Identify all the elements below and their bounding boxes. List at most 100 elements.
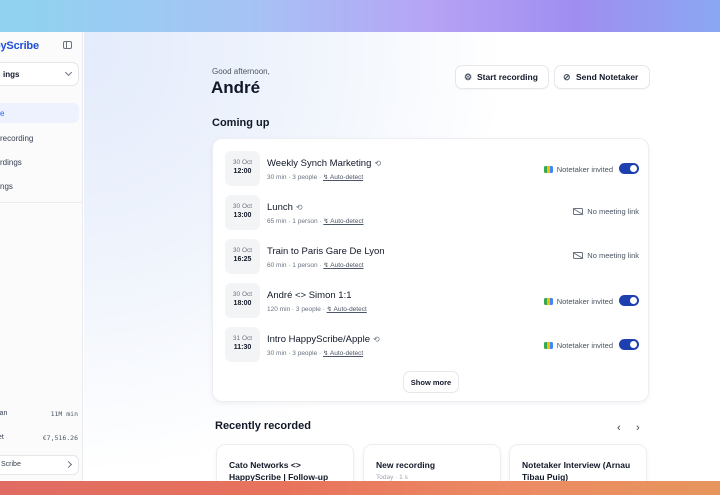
- event-time: 11:30: [233, 344, 252, 351]
- event-status-label: No meeting link: [587, 207, 639, 216]
- event-row[interactable]: 30 Oct 18:00 André <> Simon 1:1 120 min …: [225, 283, 639, 327]
- event-date-badge: 30 Oct 18:00: [225, 283, 260, 318]
- event-date: 31 Oct: [232, 335, 253, 342]
- event-status-label: Notetaker invited: [556, 165, 613, 174]
- event-status: Notetaker invited: [543, 163, 639, 175]
- event-title: Lunch: [267, 202, 293, 213]
- auto-detect-label: Auto-detect: [330, 218, 364, 225]
- link-icon: ⊘: [563, 72, 571, 82]
- event-title-line: Train to Paris Gare De Lyon: [267, 246, 385, 257]
- notetaker-toggle[interactable]: [619, 163, 639, 174]
- send-notetaker-button[interactable]: ⊘ Send Notetaker: [554, 65, 650, 89]
- show-more-button[interactable]: Show more: [403, 371, 459, 393]
- event-title: Train to Paris Gare De Lyon: [267, 246, 385, 257]
- event-meta-text: 30 min · 3 people ·: [267, 350, 324, 357]
- event-title: Intro HappyScribe/Apple: [267, 334, 370, 345]
- event-status: No meeting link: [573, 207, 639, 219]
- event-status: No meeting link: [573, 251, 639, 263]
- event-title: Weekly Synch Marketing: [267, 158, 372, 169]
- auto-detect-link[interactable]: ↯ Auto-detect: [323, 218, 363, 225]
- sidebar: pyScribe ings e recording rdings ngs lan…: [0, 32, 83, 481]
- start-recording-button[interactable]: ⚙ Start recording: [455, 65, 549, 89]
- sidebar-divider: [0, 202, 82, 203]
- recording-card[interactable]: New recording Today · 1 s: [363, 444, 501, 481]
- chevron-right-icon: [64, 460, 73, 469]
- plan-value: 11M min: [50, 410, 78, 418]
- user-name: André: [211, 78, 261, 97]
- recording-subtitle: Today · 1 s: [376, 474, 408, 481]
- record-icon: ⚙: [464, 72, 473, 82]
- recurring-icon: ⟲: [372, 335, 380, 344]
- event-date-badge: 30 Oct 13:00: [225, 195, 260, 230]
- event-meta: 30 min · 3 people · ↯ Auto-detect: [267, 173, 363, 181]
- collapse-sidebar-icon[interactable]: [63, 41, 72, 49]
- sidebar-footer-link[interactable]: Scribe: [0, 455, 79, 475]
- event-date: 30 Oct: [232, 159, 253, 166]
- event-status: Notetaker invited: [543, 295, 639, 307]
- event-title-line: Intro HappyScribe/Apple ⟲: [267, 334, 380, 345]
- sidebar-footer-label: Scribe: [1, 461, 21, 468]
- chevron-left-icon[interactable]: ‹: [617, 422, 621, 434]
- coming-up-title: Coming up: [212, 117, 270, 129]
- event-title-line: André <> Simon 1:1: [267, 290, 352, 301]
- app-logo[interactable]: pyScribe: [0, 40, 39, 52]
- window-bottom-background: [0, 481, 720, 495]
- event-status-label: Notetaker invited: [556, 341, 613, 350]
- event-meta: 120 min · 3 people · ↯ Auto-detect: [267, 305, 367, 313]
- event-status-label: No meeting link: [587, 251, 639, 260]
- budget-value: €7,516.26: [42, 434, 78, 442]
- notetaker-toggle[interactable]: [619, 339, 639, 350]
- event-title-line: Weekly Synch Marketing ⟲: [267, 158, 381, 169]
- sidebar-item-new-recording[interactable]: recording: [0, 128, 79, 148]
- notetaker-toggle[interactable]: [619, 295, 639, 306]
- auto-detect-link[interactable]: ↯ Auto-detect: [327, 306, 367, 313]
- window-top-background: [0, 0, 720, 32]
- event-row[interactable]: 31 Oct 11:30 Intro HappyScribe/Apple ⟲ 30…: [225, 327, 639, 371]
- main-content: Good afternoon, André ⚙ Start recording ⊘…: [84, 32, 720, 481]
- event-date: 30 Oct: [232, 203, 253, 210]
- no-video-icon: [573, 208, 584, 215]
- event-time: 12:00: [233, 168, 252, 175]
- event-meta-text: 30 min · 3 people ·: [267, 174, 324, 181]
- recording-card[interactable]: Cato Networks <> HappyScribe | Follow-up: [216, 444, 354, 481]
- recording-card[interactable]: Notetaker Interview (Arnau Tibau Puig): [509, 444, 647, 481]
- event-date: 30 Oct: [232, 247, 253, 254]
- event-date-badge: 31 Oct 11:30: [225, 327, 260, 362]
- workspace-select[interactable]: ings: [0, 62, 79, 86]
- sidebar-item-home[interactable]: e: [0, 103, 79, 123]
- recurring-icon: ⟲: [374, 159, 382, 168]
- event-status: Notetaker invited: [543, 339, 639, 351]
- coming-up-card: 30 Oct 12:00 Weekly Synch Marketing ⟲ 30 …: [212, 138, 649, 402]
- event-row[interactable]: 30 Oct 16:25 Train to Paris Gare De Lyon…: [225, 239, 639, 283]
- send-notetaker-label: Send Notetaker: [576, 72, 639, 82]
- event-time: 18:00: [233, 300, 252, 307]
- recently-recorded-title: Recently recorded: [215, 420, 311, 432]
- event-time: 16:25: [233, 256, 252, 263]
- event-meta: 30 min · 3 people · ↯ Auto-detect: [267, 349, 363, 357]
- event-row[interactable]: 30 Oct 12:00 Weekly Synch Marketing ⟲ 30 …: [225, 151, 639, 195]
- auto-detect-link[interactable]: ↯ Auto-detect: [323, 350, 363, 357]
- event-meta: 65 min · 1 person · ↯ Auto-detect: [267, 217, 364, 225]
- app-window: pyScribe ings e recording rdings ngs lan…: [0, 32, 720, 481]
- greeting: Good afternoon,: [212, 67, 270, 76]
- no-video-icon: [573, 252, 584, 259]
- recording-title: Notetaker Interview (Arnau Tibau Puig): [522, 460, 631, 481]
- budget-label: et: [0, 434, 4, 441]
- event-row[interactable]: 30 Oct 13:00 Lunch ⟲ 65 min · 1 person · …: [225, 195, 639, 239]
- auto-detect-link[interactable]: ↯ Auto-detect: [323, 262, 363, 269]
- recurring-icon: ⟲: [295, 203, 303, 212]
- event-meta-text: 65 min · 1 person ·: [267, 218, 324, 225]
- google-meet-icon: [543, 342, 553, 349]
- chevron-right-icon[interactable]: ›: [636, 422, 640, 434]
- sidebar-item-recordings[interactable]: rdings: [0, 152, 79, 172]
- event-title-line: Lunch ⟲: [267, 202, 303, 213]
- start-recording-label: Start recording: [477, 72, 538, 82]
- workspace-label: ings: [3, 70, 20, 79]
- auto-detect-link[interactable]: ↯ Auto-detect: [323, 174, 363, 181]
- event-meta-text: 60 min · 1 person ·: [267, 262, 324, 269]
- event-time: 13:00: [233, 212, 252, 219]
- auto-detect-label: Auto-detect: [330, 262, 364, 269]
- event-date-badge: 30 Oct 16:25: [225, 239, 260, 274]
- plan-label: lan: [0, 410, 8, 417]
- sidebar-item-settings[interactable]: ngs: [0, 176, 79, 196]
